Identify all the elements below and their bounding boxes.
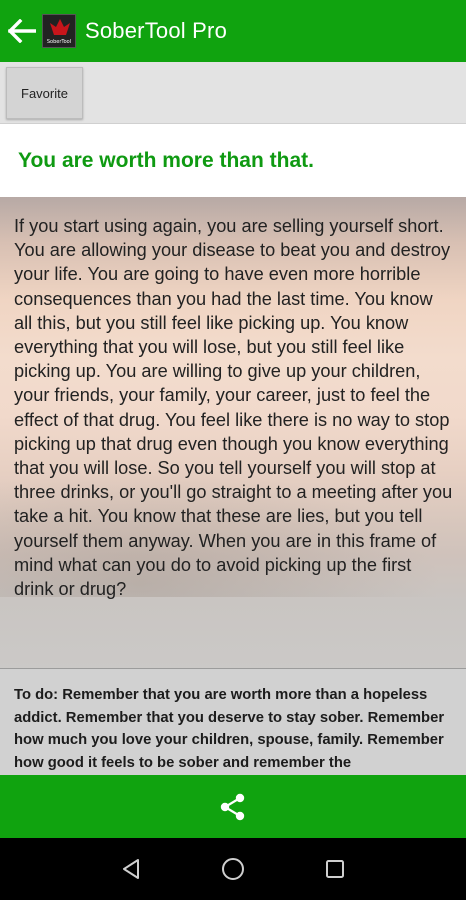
app-bar: SoberTool SoberTool Pro [0, 0, 466, 62]
reading-heading: You are worth more than that. [18, 149, 314, 172]
todo-text: To do: Remember that you are worth more … [14, 687, 445, 771]
reading-body: If you start using again, you are sellin… [14, 216, 453, 600]
bottom-action-bar [0, 775, 466, 838]
heading-section: You are worth more than that. [0, 125, 466, 197]
favorite-button[interactable]: Favorite [6, 67, 83, 119]
system-nav-bar [0, 838, 466, 900]
toolbar: Favorite [0, 62, 466, 124]
todo-section: To do: Remember that you are worth more … [0, 669, 466, 775]
share-button[interactable] [213, 787, 253, 827]
circle-home-icon [222, 858, 244, 880]
triangle-back-icon [123, 859, 139, 879]
back-button[interactable] [2, 0, 42, 62]
nav-recents-button[interactable] [315, 849, 355, 889]
square-recents-icon [326, 860, 344, 878]
app-logo: SoberTool [42, 14, 76, 48]
logo-mark-icon [50, 19, 70, 35]
arrow-left-icon [8, 19, 36, 43]
nav-home-button[interactable] [213, 849, 253, 889]
reading-content[interactable]: If you start using again, you are sellin… [0, 197, 466, 775]
nav-back-button[interactable] [111, 849, 151, 889]
app-title: SoberTool Pro [85, 18, 228, 43]
logo-text: SoberTool [46, 39, 72, 45]
share-icon [220, 793, 245, 820]
